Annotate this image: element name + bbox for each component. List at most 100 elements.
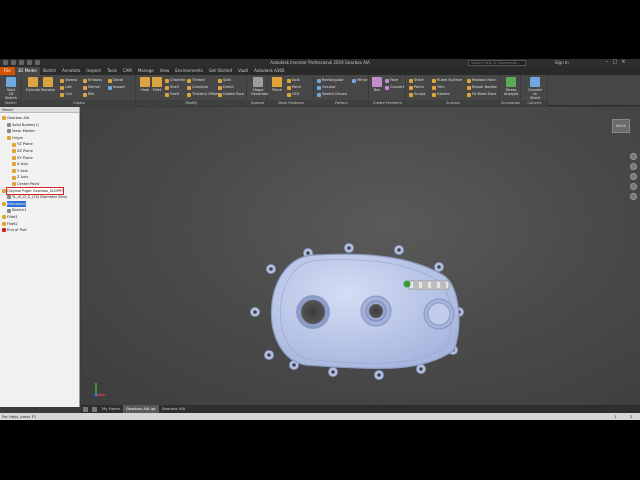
tree-node[interactable]: Solid Bodies(1) <box>0 122 80 129</box>
trim-button[interactable]: Trim <box>432 84 462 91</box>
orbit-icon[interactable] <box>629 183 637 190</box>
tab-sketch[interactable]: Sketch <box>40 67 59 75</box>
steering-wheel-icon[interactable] <box>629 153 637 160</box>
ruled-surface-button[interactable]: Ruled Surface <box>432 77 462 84</box>
minimize-icon[interactable]: – <box>606 59 609 65</box>
viewcube[interactable]: BACK <box>612 119 630 133</box>
repair-bodies-button[interactable]: Repair Bodies <box>467 84 497 91</box>
fillet-button[interactable]: Fillet <box>150 77 164 92</box>
sculpt-button[interactable]: Sculpt <box>409 91 425 98</box>
sweep-button[interactable]: Sweep <box>60 77 77 84</box>
tree-node[interactable]: Fillet1 <box>0 214 80 221</box>
tab-cam[interactable]: CAM <box>120 67 135 75</box>
bearing-hole-left[interactable] <box>301 300 325 324</box>
edit-mini-icon[interactable] <box>422 282 428 288</box>
replace-face-button[interactable]: Replace Face <box>467 77 497 84</box>
rectangular-pattern-button[interactable]: Rectangular <box>317 77 347 84</box>
search-input[interactable]: Search Help & Commands... <box>468 60 526 66</box>
tab-environments[interactable]: Environments <box>172 67 206 75</box>
tree-node[interactable]: Y Axis <box>0 168 80 175</box>
split-button[interactable]: Split <box>218 77 244 84</box>
tree-node[interactable]: Origin <box>0 135 80 142</box>
close-mini-icon[interactable] <box>440 282 446 288</box>
tab-3d-model[interactable]: 3D Model <box>14 67 40 75</box>
tab-view[interactable]: View <box>157 67 173 75</box>
doc-tab[interactable]: Gearbox AIA.ipt <box>122 405 159 413</box>
tree-node[interactable]: XZ Plane <box>0 148 80 155</box>
thread-button[interactable]: Thread <box>187 77 219 84</box>
tree-node[interactable]: Sketch1 <box>0 207 80 214</box>
revolve-button[interactable]: Revolve <box>41 77 55 92</box>
maximize-icon[interactable]: □ <box>613 59 618 65</box>
fit-mesh-face-button[interactable]: Fit Mesh Face <box>467 91 497 98</box>
doc-tab[interactable]: My Home <box>99 405 123 413</box>
point-button[interactable]: Point <box>287 84 301 91</box>
tree-node[interactable]: Center Point <box>0 181 80 188</box>
ucs-button[interactable]: UCS <box>287 91 301 98</box>
gearbox-part-model[interactable] <box>81 107 640 405</box>
coil-button[interactable]: Coil <box>60 91 77 98</box>
tree-node[interactable]: YZ Plane <box>0 141 80 148</box>
tab-inspect[interactable]: Inspect <box>83 67 104 75</box>
convert-button[interactable]: Convert <box>385 84 404 91</box>
shape-generator-button[interactable]: Shape Generator <box>251 77 269 96</box>
tree-node[interactable]: X Axis <box>0 161 80 168</box>
tree-node[interactable]: Original Right Gearbox_SLDPRT <box>0 186 80 196</box>
circular-pattern-button[interactable]: Circular <box>317 84 347 91</box>
loft-button[interactable]: Loft <box>60 84 77 91</box>
delete-face-button[interactable]: Delete Face <box>218 91 244 98</box>
derive-button[interactable]: Derive <box>83 84 102 91</box>
tree-node[interactable]: Z Axis <box>0 174 80 181</box>
extend-button[interactable]: Extend <box>432 91 462 98</box>
ok-icon[interactable] <box>403 280 411 288</box>
patch-button[interactable]: Patch <box>409 84 425 91</box>
tile-icon[interactable] <box>83 406 88 412</box>
shell-button[interactable]: Shell <box>165 84 185 91</box>
face-button[interactable]: Face <box>385 77 404 84</box>
decal-button[interactable]: Decal <box>108 77 125 84</box>
extrude-button[interactable]: Extrude <box>26 77 40 92</box>
close-icon[interactable]: × <box>621 59 625 65</box>
zoom-icon[interactable] <box>629 173 637 180</box>
tab-annotate[interactable]: Annotate <box>59 67 83 75</box>
chamfer-button[interactable]: Chamfer <box>165 77 185 84</box>
box-button[interactable]: Box <box>370 77 384 92</box>
bearing-hole-middle[interactable] <box>369 304 383 318</box>
view-mini-icon[interactable] <box>431 282 437 288</box>
mini-toolbar[interactable] <box>403 280 450 290</box>
stress-analysis-button[interactable]: Stress Analysis <box>504 77 518 96</box>
axis-button[interactable]: Axis <box>287 77 301 84</box>
tab-tools[interactable]: Tools <box>104 67 120 75</box>
tab-autodesk-a360[interactable]: Autodesk A360 <box>251 67 287 75</box>
combine-button[interactable]: Combine <box>187 84 219 91</box>
tab-get-started[interactable]: Get Started <box>206 67 235 75</box>
sketch-driven-pattern-button[interactable]: Sketch Driven <box>317 91 347 98</box>
direct-button[interactable]: Direct <box>218 84 244 91</box>
tree-node[interactable]: XY Plane <box>0 155 80 162</box>
look-at-icon[interactable] <box>629 193 637 200</box>
draft-button[interactable]: Draft <box>165 91 185 98</box>
grid-icon[interactable] <box>92 406 97 412</box>
tree-node[interactable]: Fillet2 <box>0 221 80 228</box>
start-sketch-button[interactable]: Start 2D Sketch <box>4 77 18 100</box>
tree-node[interactable]: End of Part <box>0 227 80 234</box>
bearing-face-right[interactable] <box>427 302 451 326</box>
doc-tab[interactable]: Gearbox AIA <box>159 405 189 413</box>
thicken-offset-button[interactable]: Thicken/ Offset <box>187 91 219 98</box>
tree-node[interactable]: Extrusion1 <box>0 200 80 208</box>
sketch-mini-icon[interactable] <box>413 282 419 288</box>
tab-file[interactable]: File <box>0 67 15 75</box>
import-button[interactable]: Import <box>108 84 125 91</box>
tab-manage[interactable]: Manage <box>135 67 157 75</box>
tree-node[interactable]: View: Master <box>0 128 80 135</box>
pan-icon[interactable] <box>629 163 637 170</box>
emboss-button[interactable]: Emboss <box>83 77 102 84</box>
graphics-window[interactable]: BACK <box>81 107 640 405</box>
rib-button[interactable]: Rib <box>83 91 102 98</box>
stitch-button[interactable]: Stitch <box>409 77 425 84</box>
plane-button[interactable]: Plane <box>270 77 284 92</box>
tab-vault[interactable]: Vault <box>235 67 251 75</box>
tree-node[interactable]: TL_IS_D_S_(15) Diameter Slim) <box>0 194 80 201</box>
mirror-button[interactable]: Mirror <box>352 77 368 84</box>
tree-node[interactable]: Gearbox AIA <box>0 115 80 122</box>
